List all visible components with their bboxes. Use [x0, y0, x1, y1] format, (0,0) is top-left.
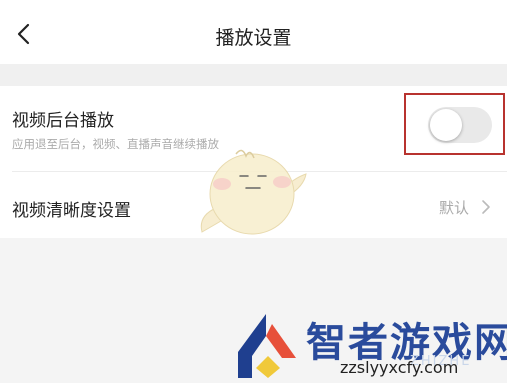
chick-mascot-icon — [200, 149, 307, 235]
toggle-knob — [430, 109, 462, 141]
background-play-label: 视频后台播放 — [12, 111, 114, 131]
background-play-description: 应用退至后台，视频、直播声音继续播放 — [12, 137, 219, 151]
watermark-url: zzslyyxcfy.com — [340, 358, 459, 377]
watermark-logo-icon — [238, 314, 296, 378]
background-play-toggle[interactable] — [428, 107, 492, 143]
chevron-right-icon[interactable] — [481, 199, 491, 215]
resolution-setting-value[interactable]: 默认 — [439, 197, 469, 218]
resolution-setting-label[interactable]: 视频清晰度设置 — [12, 196, 131, 221]
section-gap — [0, 64, 507, 86]
